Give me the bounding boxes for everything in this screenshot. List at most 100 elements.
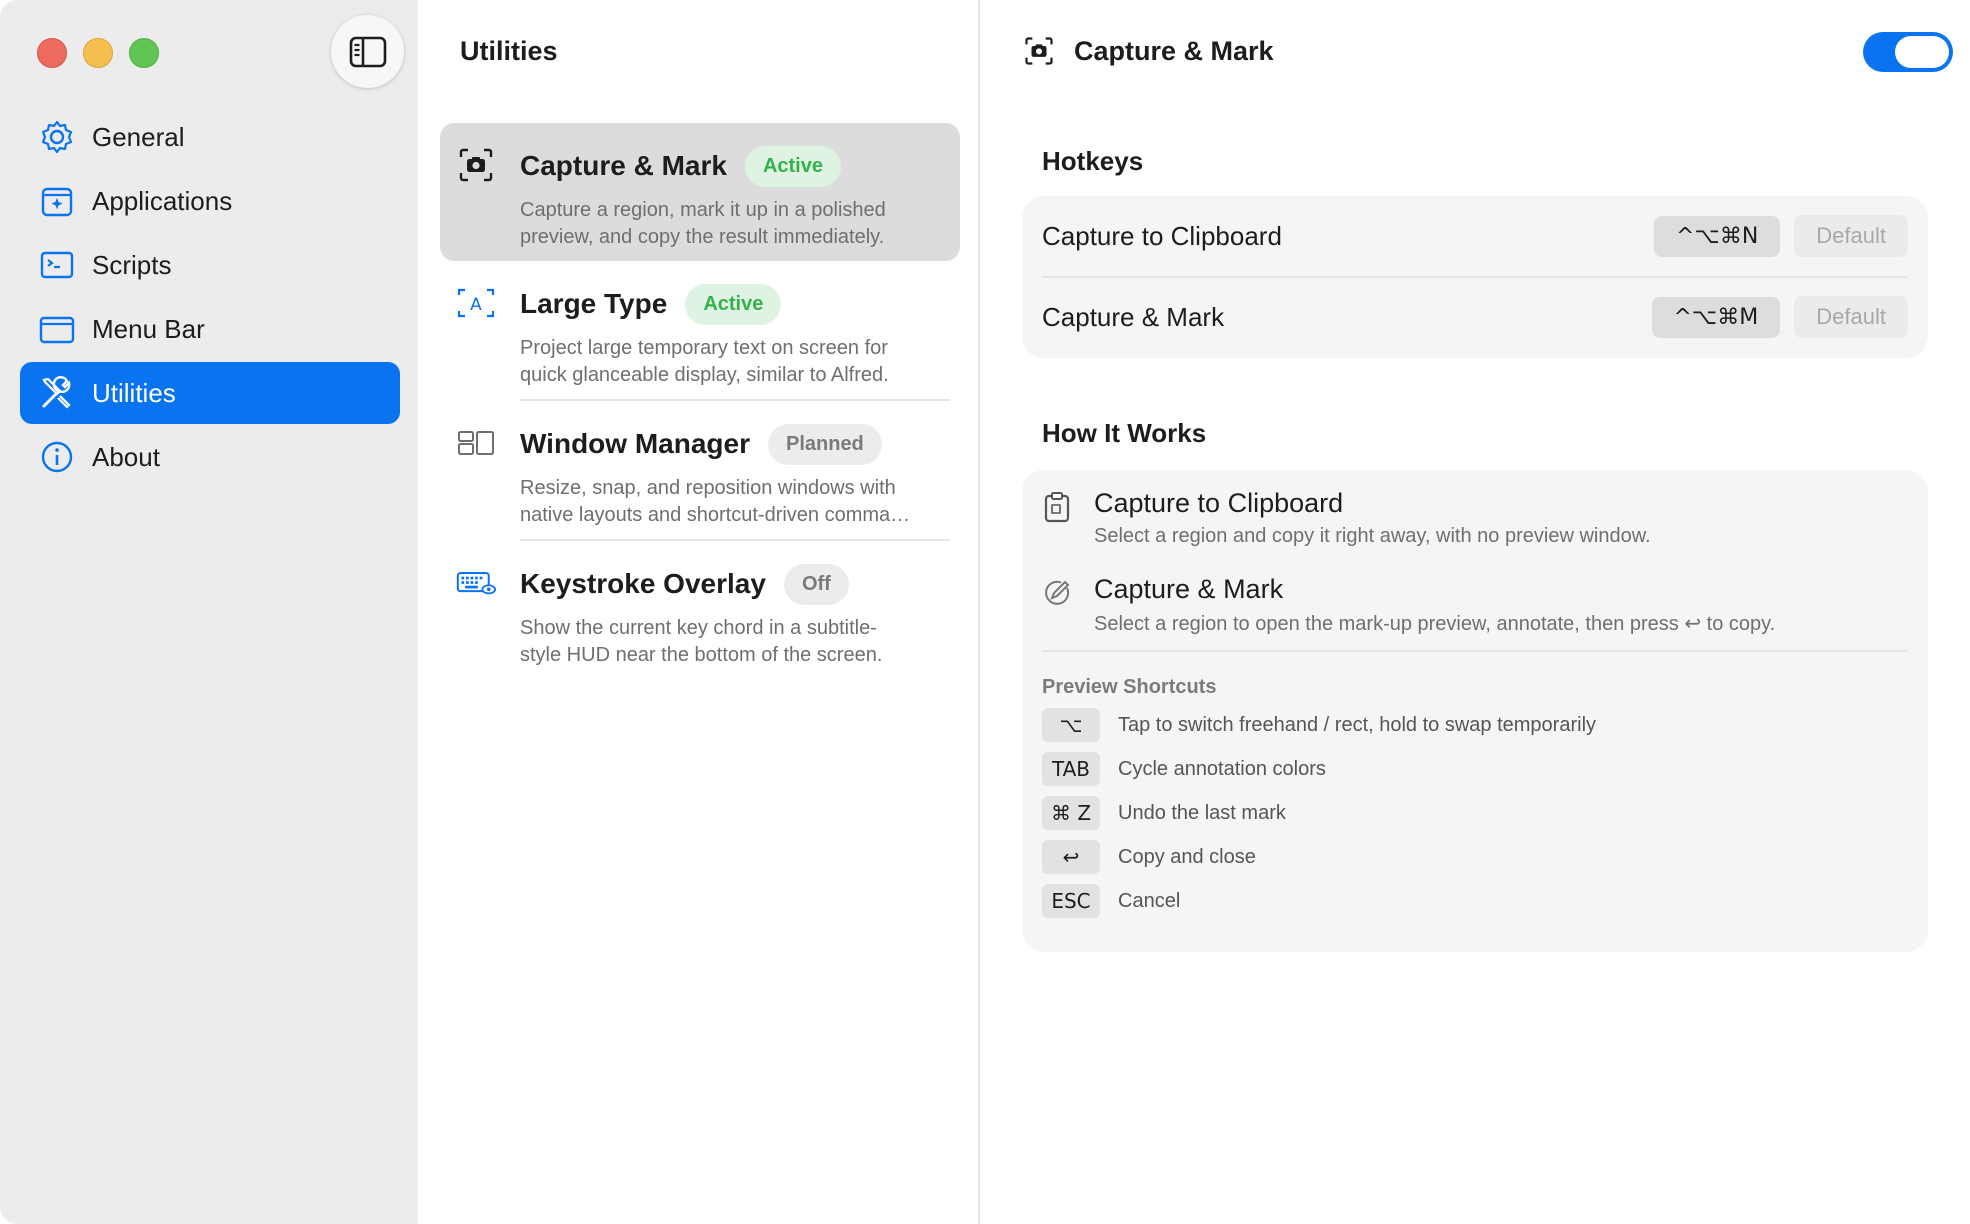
- sidebar-nav: General Applications Scripts Menu Bar Ut…: [20, 106, 400, 490]
- sidebar-item-label: Scripts: [92, 249, 172, 280]
- hotkey-recorder[interactable]: ^⌥⌘N: [1654, 215, 1781, 257]
- utility-description: Show the current key chord in a subtitle…: [520, 615, 950, 669]
- divider: [1042, 650, 1908, 652]
- detail-header: Capture & Mark: [1022, 34, 1274, 68]
- utilities-list-pane: Utilities Capture & Mark Active Capture …: [418, 0, 980, 1224]
- sidebar-icon: [349, 36, 386, 67]
- utility-description-line: Resize, snap, and reposition windows wit…: [520, 477, 896, 499]
- shortcut-key: ⌥: [1042, 708, 1100, 742]
- utility-description-line: Project large temporary text on screen f…: [520, 337, 888, 359]
- shortcut-key: ESC: [1042, 884, 1100, 918]
- shortcut-row: ESC Cancel: [1042, 879, 1928, 923]
- terminal-icon: [38, 246, 76, 284]
- shortcut-row: ⌘ Z Undo the last mark: [1042, 791, 1928, 835]
- close-window-button[interactable]: [37, 38, 67, 68]
- screenshot-icon: [1022, 34, 1056, 68]
- utility-large-type[interactable]: A Large Type Active Project large tempor…: [440, 261, 960, 399]
- tools-icon: [38, 374, 76, 412]
- hotkey-recorder[interactable]: ^⌥⌘M: [1651, 296, 1781, 338]
- hotkey-row: Capture & Mark ^⌥⌘M Default: [1042, 276, 1908, 356]
- clipboard-icon: [1042, 490, 1072, 524]
- hotkeys-card: Capture to Clipboard ^⌥⌘N Default Captur…: [1022, 196, 1928, 358]
- shortcut-row: TAB Cycle annotation colors: [1042, 747, 1928, 791]
- utility-description-line: Capture a region, mark it up in a polish…: [520, 199, 886, 221]
- sidebar-item-label: Applications: [92, 185, 233, 216]
- hotkey-label: Capture to Clipboard: [1042, 220, 1282, 251]
- sidebar-item-applications[interactable]: Applications: [20, 170, 400, 232]
- window-controls: [37, 38, 159, 68]
- how-title: Capture & Mark: [1094, 574, 1284, 604]
- utility-description: Project large temporary text on screen f…: [520, 335, 950, 389]
- preview-shortcuts-list: ⌥ Tap to switch freehand / rect, hold to…: [1022, 703, 1928, 923]
- utility-name: Large Type: [520, 288, 668, 319]
- shortcut-description: Cancel: [1118, 889, 1181, 912]
- shortcut-row: ↩ Copy and close: [1042, 835, 1928, 879]
- status-badge: Active: [744, 145, 841, 187]
- utility-description-line: Show the current key chord in a subtitle…: [520, 617, 877, 639]
- utility-description-line: native layouts and shortcut-driven comma…: [520, 504, 911, 526]
- utility-description-line: preview, and copy the result immediately…: [520, 226, 885, 248]
- sidebar-item-label: About: [92, 441, 160, 472]
- section-title-how-it-works: How It Works: [1042, 418, 1207, 448]
- hotkey-row: Capture to Clipboard ^⌥⌘N Default: [1042, 196, 1908, 276]
- status-badge: Off: [783, 563, 849, 605]
- sidebar-item-menu-bar[interactable]: Menu Bar: [20, 298, 400, 360]
- minimize-window-button[interactable]: [83, 38, 113, 68]
- sidebar-item-about[interactable]: About: [20, 426, 400, 488]
- preview-shortcuts-title: Preview Shortcuts: [1042, 676, 1217, 698]
- menubar-icon: [38, 310, 76, 348]
- sidebar-item-utilities[interactable]: Utilities: [20, 362, 400, 424]
- applications-icon: [38, 182, 76, 220]
- toggle-knob: [1895, 36, 1949, 68]
- utilities-list: Capture & Mark Active Capture a region, …: [440, 123, 960, 679]
- utility-name: Capture & Mark: [520, 150, 727, 181]
- hotkey-label: Capture & Mark: [1042, 301, 1225, 332]
- sidebar-toggle-button[interactable]: [331, 15, 404, 88]
- svg-text:A: A: [470, 295, 482, 315]
- shortcut-description: Tap to switch freehand / rect, hold to s…: [1118, 713, 1597, 736]
- utility-description-line: quick glanceable display, similar to Alf…: [520, 364, 889, 386]
- shortcut-description: Copy and close: [1118, 845, 1256, 868]
- gear-icon: [38, 118, 76, 156]
- utility-name: Window Manager: [520, 428, 750, 459]
- shortcut-key: TAB: [1042, 752, 1100, 786]
- enable-toggle[interactable]: [1863, 32, 1953, 72]
- how-item: Capture to Clipboard Select a region and…: [1022, 470, 1928, 556]
- sidebar-item-label: Menu Bar: [92, 313, 205, 344]
- how-item: Capture & Mark Select a region to open t…: [1022, 556, 1928, 642]
- shortcut-key: ↩: [1042, 840, 1100, 874]
- sidebar-item-label: General: [92, 121, 185, 152]
- section-title-hotkeys: Hotkeys: [1042, 146, 1144, 176]
- status-badge: Planned: [767, 423, 882, 465]
- detail-pane: Capture & Mark Hotkeys Capture to Clipbo…: [982, 0, 1970, 1224]
- utility-keystroke-overlay[interactable]: Keystroke Overlay Off Show the current k…: [440, 541, 960, 679]
- shortcut-row: ⌥ Tap to switch freehand / rect, hold to…: [1042, 703, 1928, 747]
- utility-window-manager[interactable]: Window Manager Planned Resize, snap, and…: [440, 401, 960, 539]
- utility-description: Resize, snap, and reposition windows wit…: [520, 475, 950, 529]
- sidebar: General Applications Scripts Menu Bar Ut…: [0, 0, 418, 1224]
- zoom-window-button[interactable]: [129, 38, 159, 68]
- keyboard-eye-icon: [456, 563, 496, 603]
- how-title: Capture to Clipboard: [1094, 488, 1344, 518]
- detail-title: Capture & Mark: [1074, 35, 1274, 66]
- utility-name: Keystroke Overlay: [520, 568, 766, 599]
- utility-capture-and-mark[interactable]: Capture & Mark Active Capture a region, …: [440, 123, 960, 261]
- shortcut-key: ⌘ Z: [1042, 796, 1100, 830]
- how-description: Select a region and copy it right away, …: [1094, 525, 1651, 547]
- window-layout-icon: [456, 423, 496, 463]
- how-it-works-card: Capture to Clipboard Select a region and…: [1022, 470, 1928, 952]
- info-icon: [38, 438, 76, 476]
- sidebar-item-general[interactable]: General: [20, 106, 400, 168]
- shortcut-description: Undo the last mark: [1118, 801, 1286, 824]
- how-description: Select a region to open the mark-up prev…: [1094, 613, 1776, 635]
- utility-description-line: style HUD near the bottom of the screen.: [520, 644, 883, 666]
- status-badge: Active: [685, 283, 782, 325]
- reset-default-button[interactable]: Default: [1794, 215, 1908, 257]
- sidebar-item-scripts[interactable]: Scripts: [20, 234, 400, 296]
- screenshot-icon: [456, 145, 496, 185]
- page-title: Utilities: [460, 36, 558, 66]
- sidebar-item-label: Utilities: [92, 377, 176, 408]
- reset-default-button[interactable]: Default: [1794, 296, 1908, 338]
- markup-pen-icon: [1042, 576, 1072, 610]
- utility-description: Capture a region, mark it up in a polish…: [520, 197, 950, 251]
